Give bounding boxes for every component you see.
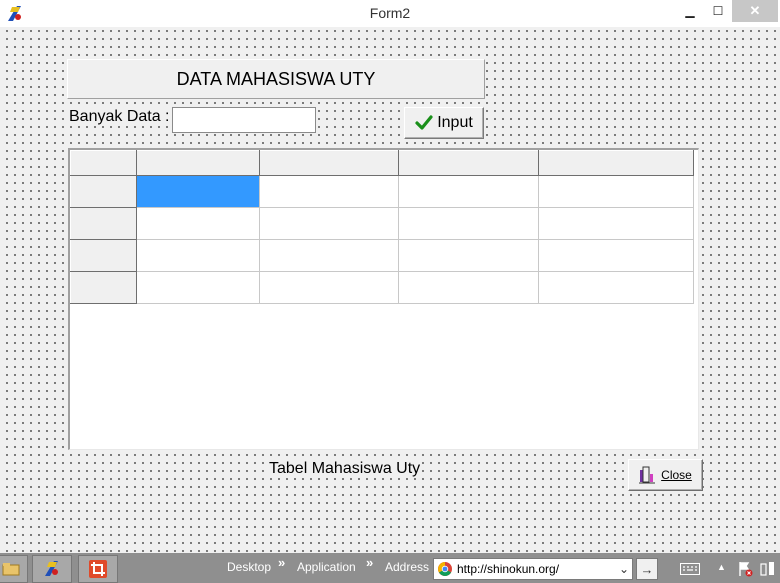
arrow-right-icon: → [640, 561, 654, 577]
grid-table [70, 150, 694, 304]
close-window-button[interactable]: ✕ [732, 0, 778, 22]
taskbar-crop-button[interactable] [78, 555, 118, 583]
table-row [70, 271, 694, 304]
address-url: http://shinokun.org/ [457, 562, 560, 576]
table-row [70, 207, 694, 240]
network-icon[interactable] [760, 561, 776, 577]
grid-cell[interactable] [136, 207, 260, 240]
grid-cell[interactable] [398, 175, 539, 208]
grid-cell[interactable] [259, 207, 399, 240]
minimize-button[interactable]: ▁ [676, 0, 704, 22]
grid-column-header[interactable] [538, 150, 694, 176]
grid-row-header[interactable] [70, 271, 137, 304]
grid-cell[interactable] [259, 175, 399, 208]
chevron-down-icon[interactable]: ⌄ [616, 562, 632, 576]
checkmark-icon [415, 115, 433, 130]
grid-row-header[interactable] [70, 175, 137, 208]
grid-cell[interactable] [259, 271, 399, 304]
door-exit-icon [639, 466, 656, 484]
action-center-flag-icon[interactable] [737, 561, 753, 577]
grid-row-header[interactable] [70, 207, 137, 240]
grid-header-row [70, 150, 694, 176]
taskbar-desktop-toolbar[interactable]: Desktop [227, 560, 271, 574]
crop-tool-icon [89, 560, 107, 578]
taskbar-delphi-button[interactable] [32, 555, 72, 583]
count-input[interactable] [172, 107, 316, 133]
grid-cell[interactable] [259, 239, 399, 272]
grid-cell[interactable] [136, 239, 260, 272]
grid-cell[interactable] [538, 239, 694, 272]
grid-cell[interactable] [538, 207, 694, 240]
address-input[interactable]: http://shinokun.org/ ⌄ [433, 558, 633, 580]
input-button-label: Input [437, 114, 473, 131]
table-row [70, 175, 694, 208]
close-button[interactable]: Close [628, 459, 703, 491]
address-go-button[interactable]: → [636, 558, 658, 580]
grid-row-header[interactable] [70, 239, 137, 272]
grid-cell[interactable] [398, 239, 539, 272]
delphi-icon [45, 561, 58, 576]
input-button[interactable]: Input [404, 107, 484, 139]
grid-column-header[interactable] [136, 150, 260, 176]
grid-cell[interactable] [136, 271, 260, 304]
taskbar-application-toolbar[interactable]: Application [297, 560, 356, 574]
table-row [70, 239, 694, 272]
close-button-label: Close [661, 468, 692, 482]
grid-cell[interactable] [538, 175, 694, 208]
title-bar[interactable]: Form2 ▁ ☐ ✕ [0, 0, 780, 27]
grid-cell[interactable] [398, 207, 539, 240]
tray-expand-icon[interactable]: ▲ [717, 562, 726, 572]
taskbar-address-label: Address [385, 560, 430, 574]
grid-cell[interactable] [398, 271, 539, 304]
chrome-icon [438, 562, 452, 576]
close-icon: ✕ [749, 3, 761, 18]
chevron-right-icon[interactable]: » [278, 555, 285, 570]
form-canvas: Form2 ▁ ☐ ✕ DATA MAHASISWA UTY Banyak Da… [0, 0, 780, 553]
table-caption: Tabel Mahasiswa Uty [268, 460, 422, 478]
grid-cell[interactable] [538, 271, 694, 304]
grid-column-header[interactable] [398, 150, 539, 176]
heading-panel: DATA MAHASISWA UTY [67, 59, 485, 99]
page-title: DATA MAHASISWA UTY [176, 68, 376, 89]
folder-icon [2, 563, 20, 576]
student-grid[interactable] [68, 148, 699, 450]
window-title: Form2 [369, 5, 411, 21]
grid-cell-selected[interactable] [136, 175, 260, 208]
keyboard-icon[interactable] [680, 563, 700, 575]
maximize-icon: ☐ [712, 4, 724, 18]
count-label: Banyak Data : [69, 108, 172, 126]
grid-column-header[interactable] [259, 150, 399, 176]
minimize-icon: ▁ [685, 4, 695, 18]
chevron-right-icon[interactable]: » [366, 555, 373, 570]
taskbar: Desktop » Application » Address [0, 553, 780, 583]
taskbar-folder-button[interactable] [0, 555, 28, 583]
grid-corner-cell [70, 150, 137, 176]
maximize-button[interactable]: ☐ [704, 0, 732, 22]
